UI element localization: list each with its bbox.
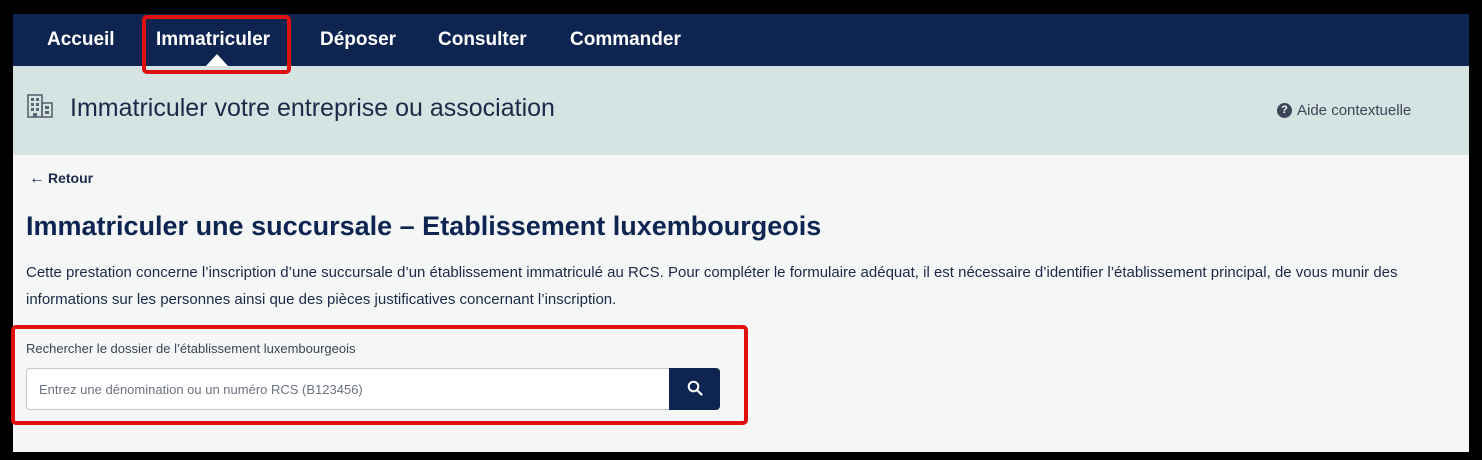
header-title: Immatriculer votre entreprise ou associa… <box>70 94 555 122</box>
contextual-help-label: Aide contextuelle <box>1297 102 1412 119</box>
page-description: Cette prestation concerne l’inscription … <box>26 264 1398 308</box>
nav-item-consulter[interactable]: Consulter <box>438 14 527 66</box>
nav-item-commander[interactable]: Commander <box>570 14 681 66</box>
nav-item-deposer[interactable]: Déposer <box>320 14 396 66</box>
question-circle-icon: ? <box>1277 103 1292 118</box>
highlight-nav-immatriculer <box>142 15 291 74</box>
page-title: Immatriculer une succursale – Etablissem… <box>26 211 822 241</box>
highlight-search-section <box>11 325 748 425</box>
back-link[interactable]: ← Retour <box>29 170 93 188</box>
arrow-left-icon: ← <box>29 170 45 187</box>
building-icon <box>26 92 54 120</box>
back-link-label: Retour <box>48 170 94 186</box>
page-header: Immatriculer votre entreprise ou associa… <box>13 66 1469 155</box>
contextual-help-link[interactable]: ? Aide contextuelle <box>1277 102 1411 119</box>
nav-item-accueil[interactable]: Accueil <box>47 14 115 66</box>
